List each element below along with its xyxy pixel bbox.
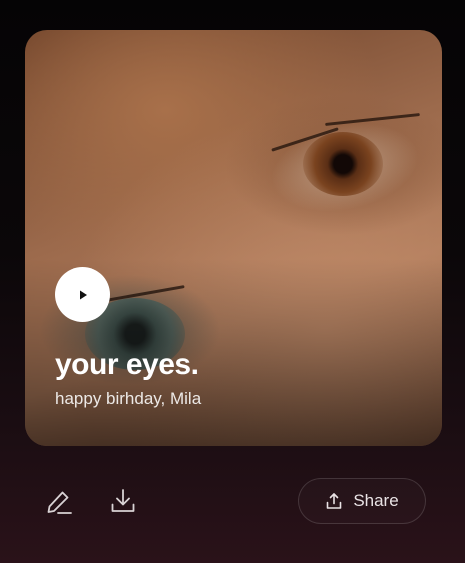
download-icon <box>111 489 135 512</box>
share-button[interactable]: Share <box>298 478 426 524</box>
song-card[interactable]: your eyes. happy birhday, Mila <box>25 30 442 446</box>
photo-overlay <box>25 30 442 446</box>
pencil-icon <box>47 491 72 514</box>
card-title: your eyes. <box>55 348 199 381</box>
card-subtitle: happy birhday, Mila <box>55 389 202 408</box>
share-icon <box>327 493 342 509</box>
play-icon <box>79 290 87 299</box>
edit-button[interactable] <box>44 487 74 517</box>
download-button[interactable] <box>108 486 138 516</box>
play-button[interactable] <box>55 267 110 322</box>
share-label: Share <box>353 491 399 510</box>
